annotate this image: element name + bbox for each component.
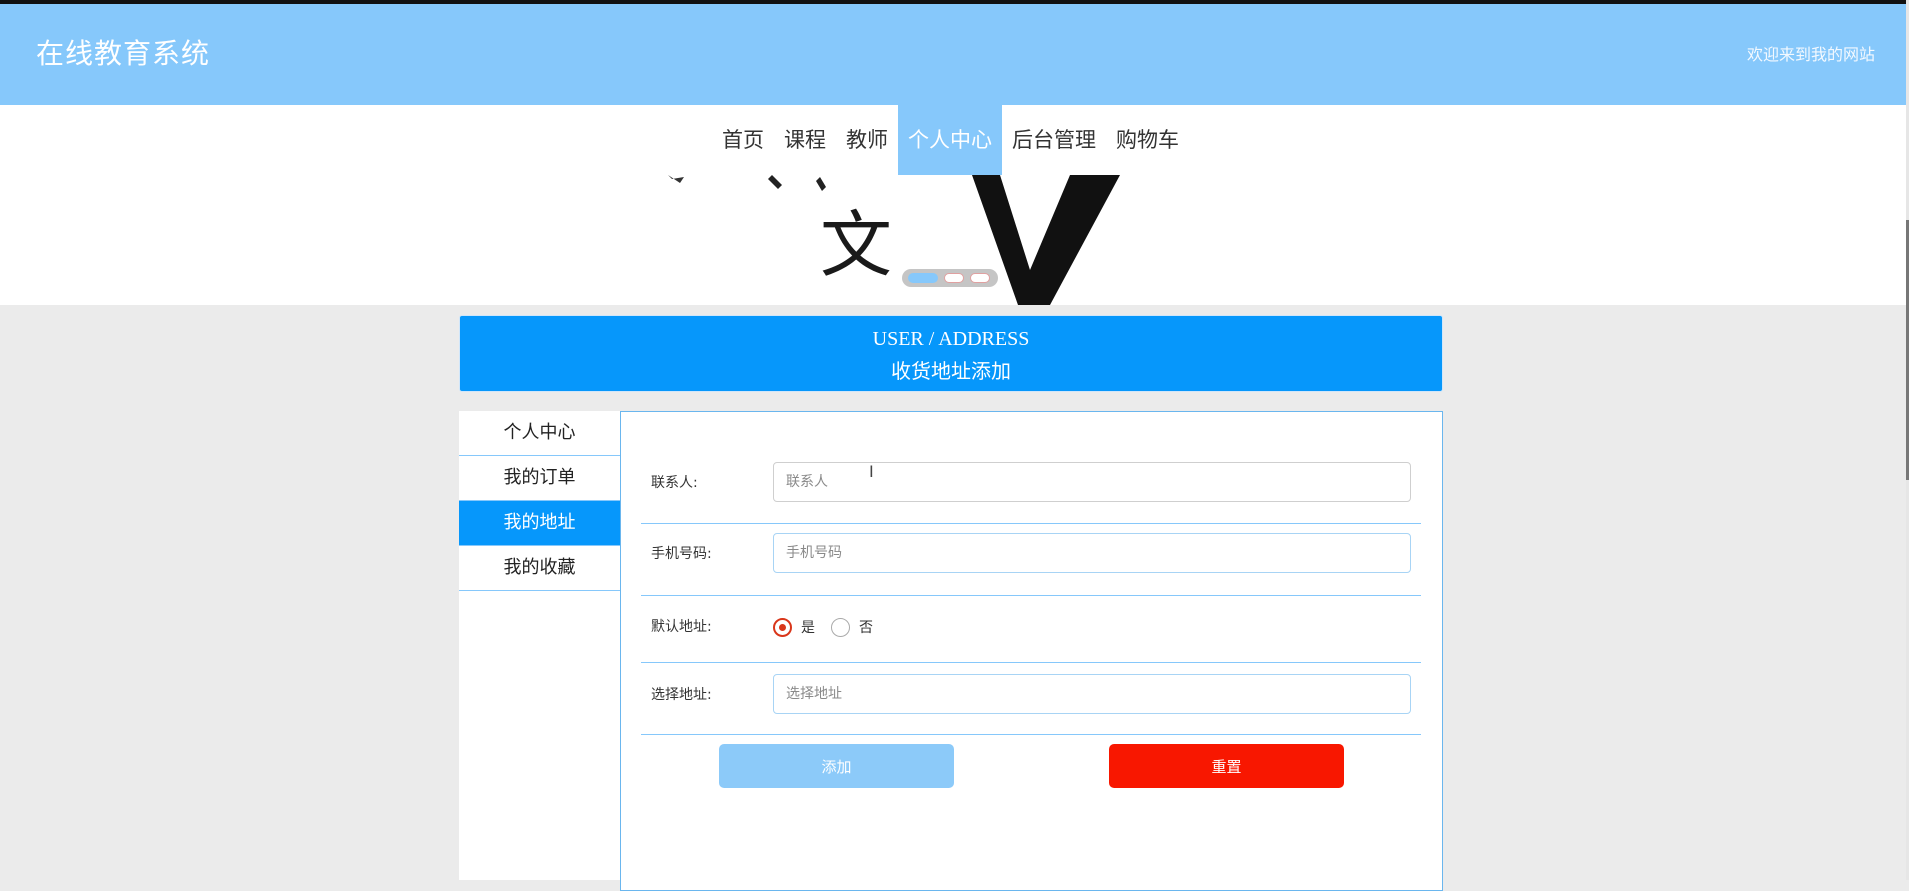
sidebar-item-my-favorites[interactable]: 我的收藏 [459, 546, 620, 591]
welcome-text: 欢迎来到我的网站 [1746, 45, 1875, 64]
phone-label: 手机号码: [651, 546, 712, 562]
nav-item-home[interactable]: 首页 [712, 105, 774, 175]
page-title-english: USER / ADDRESS [872, 328, 1030, 350]
nav-list: 首页 课程 教师 个人中心 后台管理 购物车 [712, 105, 1189, 175]
address-label: 选择地址: [651, 687, 712, 703]
banner-image: 文 [668, 175, 1120, 305]
contact-row: 联系人: I [641, 452, 1421, 524]
default-yes-option[interactable]: 是 [773, 616, 815, 638]
nav-item-courses[interactable]: 课程 [774, 105, 836, 175]
site-header: 在线教育系统 欢迎来到我的网站 [0, 4, 1906, 105]
address-form: 联系人: I 手机号码: 默认地址: 是 否 选择地址: 添加 重置 [620, 411, 1443, 891]
carousel-indicators [902, 269, 998, 287]
carousel-dot[interactable] [944, 273, 964, 283]
user-sidebar: 个人中心 我的订单 我的地址 我的收藏 [459, 411, 620, 880]
sidebar-item-my-address[interactable]: 我的地址 [459, 501, 620, 546]
default-address-row: 默认地址: 是 否 [641, 596, 1421, 663]
nav-item-teachers[interactable]: 教师 [836, 105, 898, 175]
add-button[interactable]: 添加 [719, 744, 954, 788]
nav-item-admin[interactable]: 后台管理 [1002, 105, 1106, 175]
default-no-label: 否 [859, 620, 873, 636]
contact-label: 联系人: [651, 475, 698, 491]
sidebar-item-my-orders[interactable]: 我的订单 [459, 456, 620, 501]
main-nav: 首页 课程 教师 个人中心 后台管理 购物车 [0, 105, 1906, 175]
banner-carousel: 文 [0, 175, 1906, 305]
default-no-option[interactable]: 否 [831, 616, 873, 638]
page-title-chinese: 收货地址添加 [891, 359, 1011, 383]
default-yes-label: 是 [801, 620, 815, 636]
radio-unchecked-icon[interactable] [831, 617, 850, 637]
phone-input[interactable] [773, 533, 1411, 573]
address-row: 选择地址: [641, 663, 1421, 735]
site-title[interactable]: 在线教育系统 [36, 32, 210, 72]
nav-item-cart[interactable]: 购物车 [1106, 105, 1189, 175]
banner-character: 文 [820, 203, 892, 287]
radio-checked-icon[interactable] [773, 617, 792, 637]
reset-button[interactable]: 重置 [1109, 744, 1344, 788]
carousel-dot-active[interactable] [908, 273, 938, 283]
default-address-label: 默认地址: [651, 619, 712, 635]
nav-item-personal-center[interactable]: 个人中心 [898, 105, 1002, 175]
sidebar-item-personal-center[interactable]: 个人中心 [459, 411, 620, 456]
address-select-input[interactable] [773, 674, 1411, 714]
page-title-box: USER / ADDRESS 收货地址添加 [459, 315, 1443, 392]
phone-row: 手机号码: [641, 524, 1421, 596]
text-cursor-icon: I [869, 462, 874, 481]
carousel-dot[interactable] [970, 273, 990, 283]
